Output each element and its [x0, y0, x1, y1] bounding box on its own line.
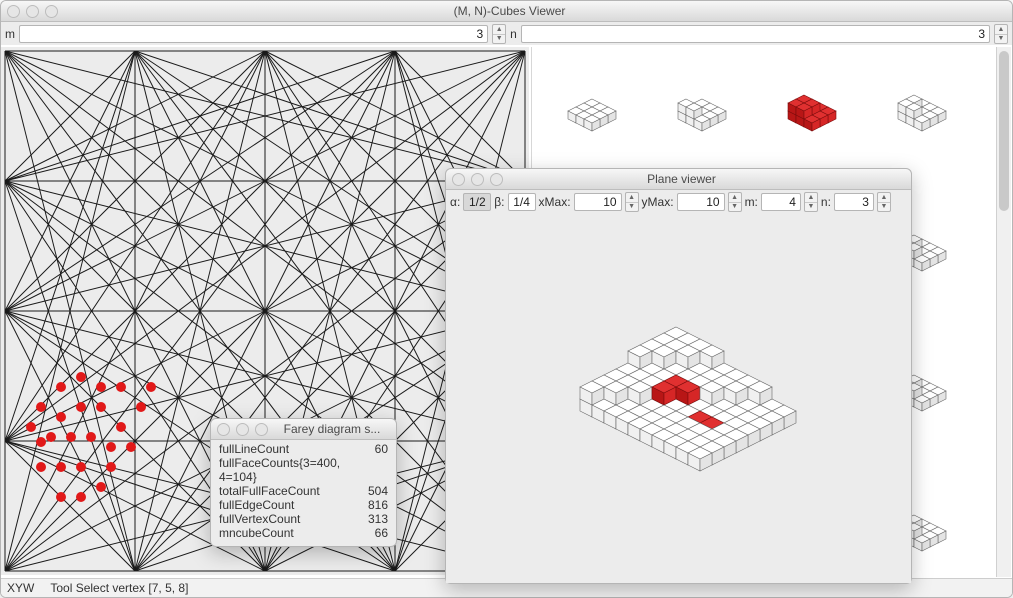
plane-canvas[interactable]: [446, 213, 911, 583]
stats-body: fullLineCount60fullFaceCounts{3=400, 4=1…: [211, 440, 396, 546]
xmax-field[interactable]: 10: [574, 193, 622, 211]
status-tool: Tool Select vertex [7, 5, 8]: [50, 581, 188, 595]
ymax-label: yMax:: [642, 195, 674, 209]
ymax-field[interactable]: 10: [677, 193, 725, 211]
traffic-zoom-icon[interactable]: [490, 173, 503, 186]
n-label: n: [510, 27, 517, 41]
traffic-min-icon[interactable]: [236, 423, 249, 436]
alpha-label: α:: [450, 195, 460, 209]
stats-row: totalFullFaceCount504: [219, 484, 388, 498]
alpha-field[interactable]: 1/2: [463, 193, 491, 211]
pm-label: m:: [745, 195, 758, 209]
stats-window[interactable]: Farey diagram s... fullLineCount60fullFa…: [210, 418, 397, 547]
main-titlebar: (M, N)-Cubes Viewer: [1, 1, 1012, 22]
beta-field[interactable]: 1/4: [508, 193, 536, 211]
ymax-stepper[interactable]: ▲▼: [728, 192, 742, 212]
beta-label: β:: [494, 195, 504, 209]
traffic-zoom-icon[interactable]: [45, 5, 58, 18]
traffic-zoom-icon[interactable]: [255, 423, 268, 436]
n-field[interactable]: 3: [521, 25, 990, 43]
pn-field[interactable]: 3: [834, 193, 874, 211]
m-field[interactable]: 3: [19, 25, 488, 43]
pm-stepper[interactable]: ▲▼: [804, 192, 818, 212]
main-title: (M, N)-Cubes Viewer: [64, 4, 955, 18]
m-label: m: [5, 27, 15, 41]
plane-titlebar[interactable]: Plane viewer: [446, 169, 911, 190]
plane-viewer-window[interactable]: Plane viewer α: 1/2 β: 1/4 xMax: 10 ▲▼ y…: [445, 168, 912, 584]
gallery-scrollbar[interactable]: [996, 47, 1011, 577]
stats-row: fullLineCount60: [219, 442, 388, 456]
traffic-close-icon[interactable]: [452, 173, 465, 186]
plane-title: Plane viewer: [509, 172, 854, 186]
scrollbar-thumb[interactable]: [999, 51, 1009, 211]
stats-titlebar[interactable]: Farey diagram s...: [211, 419, 396, 440]
pn-stepper[interactable]: ▲▼: [877, 192, 891, 212]
stats-title: Farey diagram s...: [274, 422, 390, 436]
stats-row: fullEdgeCount816: [219, 498, 388, 512]
pm-field[interactable]: 4: [761, 193, 801, 211]
stats-row: fullFaceCounts{3=400, 4=104}: [219, 456, 388, 484]
stats-row: fullVertexCount313: [219, 512, 388, 526]
xmax-label: xMax:: [539, 195, 571, 209]
traffic-min-icon[interactable]: [26, 5, 39, 18]
traffic-close-icon[interactable]: [217, 423, 230, 436]
plane-toolbar: α: 1/2 β: 1/4 xMax: 10 ▲▼ yMax: 10 ▲▼ m:…: [446, 190, 911, 215]
xmax-stepper[interactable]: ▲▼: [625, 192, 639, 212]
n-stepper[interactable]: ▲▼: [994, 24, 1008, 44]
main-toolbar: m 3 ▲▼ n 3 ▲▼: [1, 22, 1012, 47]
m-stepper[interactable]: ▲▼: [492, 24, 506, 44]
stats-row: mncubeCount66: [219, 526, 388, 540]
traffic-min-icon[interactable]: [471, 173, 484, 186]
traffic-close-icon[interactable]: [7, 5, 20, 18]
pn-label: n:: [821, 195, 831, 209]
status-mode: XYW: [7, 581, 34, 595]
